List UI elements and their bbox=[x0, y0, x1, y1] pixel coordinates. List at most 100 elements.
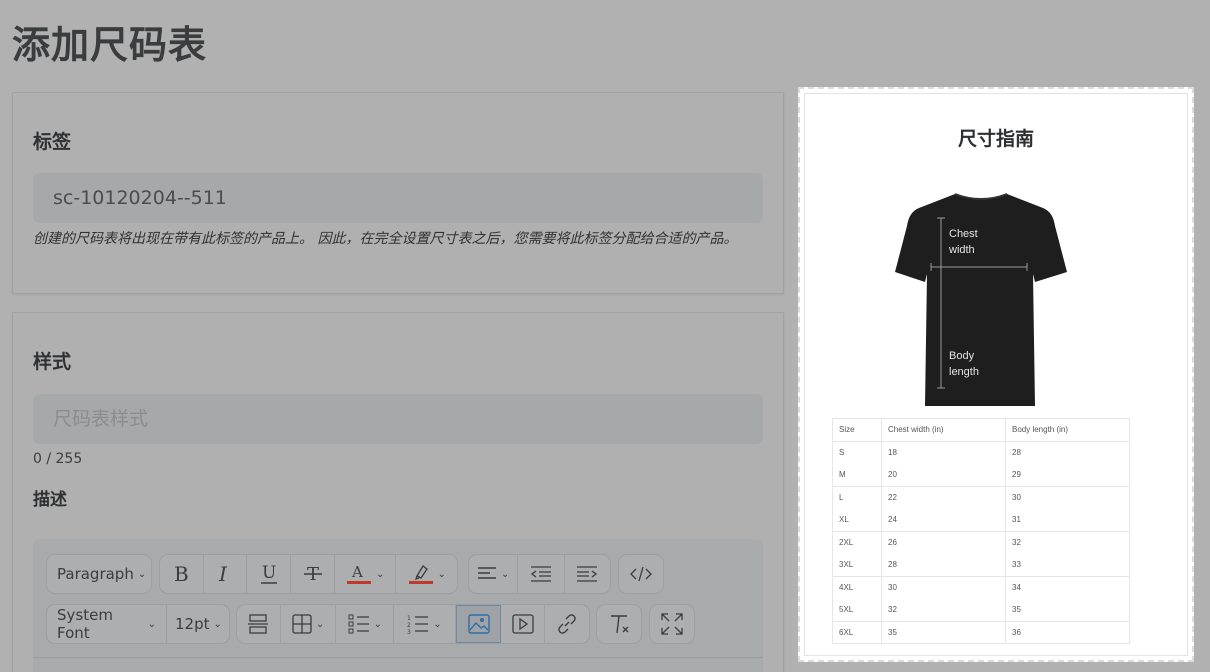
table-row: L 22 30 bbox=[833, 486, 1130, 509]
image-icon bbox=[467, 614, 490, 634]
svg-text:1: 1 bbox=[407, 615, 411, 622]
source-code-button[interactable] bbox=[619, 555, 663, 593]
chest-cell: 18 bbox=[881, 441, 1006, 464]
chevron-down-icon: ⌄ bbox=[213, 618, 222, 630]
size-cell: 6XL bbox=[839, 627, 854, 637]
strikethrough-button[interactable]: T bbox=[291, 555, 335, 593]
bold-button[interactable]: B bbox=[160, 555, 204, 593]
size-table: Size Chest width (in) Body length (in) S… bbox=[832, 418, 1130, 644]
size-cell: 4XL bbox=[839, 583, 854, 592]
char-counter: 0 / 255 bbox=[33, 451, 83, 467]
text-format-group: B I U T A ⌄ ⌄ bbox=[159, 554, 458, 594]
table-row: 2XL 26 32 bbox=[833, 531, 1130, 554]
tag-help-text: 创建的尺码表将出现在带有此标签的产品上。 因此，在完全设置尺寸表之后，您需要将此… bbox=[33, 231, 738, 247]
size-cell: S bbox=[839, 448, 845, 457]
length-cell: 29 bbox=[1005, 463, 1130, 487]
fullscreen-group bbox=[649, 604, 695, 644]
length-cell: 35 bbox=[1005, 598, 1130, 622]
bullet-list-button[interactable]: ⌄ bbox=[336, 605, 395, 643]
chevron-down-icon: ⌄ bbox=[501, 568, 510, 580]
align-button[interactable]: ⌄ bbox=[469, 555, 519, 593]
numbered-list-icon: 123 bbox=[407, 615, 429, 634]
chest-cell: 28 bbox=[881, 553, 1006, 577]
numbered-list-button[interactable]: 123 ⌄ bbox=[394, 605, 456, 643]
fullscreen-icon bbox=[661, 613, 683, 635]
outdent-icon bbox=[530, 566, 552, 582]
block-format-select[interactable]: Paragraph ⌄ bbox=[46, 554, 152, 594]
chest-cell: 20 bbox=[881, 463, 1006, 487]
length-header: Body length (in) bbox=[1005, 418, 1130, 442]
fullscreen-button[interactable] bbox=[650, 605, 694, 643]
indent-icon bbox=[577, 566, 598, 582]
size-chart-preview: 尺寸指南 Chest width Body length Size Chest … bbox=[798, 87, 1194, 662]
description-heading: 描述 bbox=[33, 490, 67, 510]
chest-cell: 26 bbox=[881, 531, 1006, 554]
style-input-field[interactable] bbox=[53, 408, 743, 430]
size-header: Size bbox=[832, 418, 882, 442]
highlight-button[interactable]: ⌄ bbox=[396, 555, 457, 593]
outdent-button[interactable] bbox=[518, 555, 565, 593]
tag-input[interactable]: sc-10120204--511 bbox=[33, 173, 763, 223]
chest-header: Chest width (in) bbox=[881, 418, 1006, 442]
tshirt-diagram bbox=[895, 193, 1067, 406]
clear-formatting-button[interactable] bbox=[597, 605, 641, 643]
table-button[interactable]: ⌄ bbox=[281, 605, 337, 643]
body-length-label: Body length bbox=[949, 350, 979, 378]
table-row: M 20 29 bbox=[832, 463, 1130, 487]
size-guide-title: 尺寸指南 bbox=[957, 128, 1034, 150]
font-size-select[interactable]: 12pt ⌄ bbox=[167, 605, 229, 643]
size-cell: 5XL bbox=[832, 598, 882, 622]
rich-text-editor[interactable]: Paragraph ⌄ B I U T A ⌄ ⌄ ⌄ System Font … bbox=[33, 539, 763, 672]
font-group: System Font ⌄ 12pt ⌄ bbox=[46, 604, 230, 644]
svg-text:B: B bbox=[174, 564, 189, 584]
style-card: 样式 0 / 255 描述 Paragraph ⌄ B I U T bbox=[12, 312, 784, 672]
chevron-down-icon: ⌄ bbox=[433, 618, 442, 630]
chest-width-label: Chest width bbox=[949, 228, 978, 256]
table-icon bbox=[292, 614, 312, 634]
page-break-button[interactable] bbox=[237, 605, 281, 643]
style-input[interactable] bbox=[33, 394, 763, 444]
size-cell: XL bbox=[832, 508, 882, 532]
link-button[interactable] bbox=[545, 605, 589, 643]
preview-content: 尺寸指南 Chest width Body length Size Chest … bbox=[804, 93, 1188, 656]
indent-button[interactable] bbox=[565, 555, 610, 593]
page-break-icon bbox=[248, 614, 269, 634]
size-cell: 3XL bbox=[832, 553, 882, 577]
table-row: 3XL 28 33 bbox=[832, 553, 1130, 577]
table-row: S 18 28 bbox=[833, 441, 1130, 464]
tags-card: 标签 sc-10120204--511 创建的尺码表将出现在带有此标签的产品上。… bbox=[12, 92, 784, 294]
bullet-list-icon bbox=[348, 614, 369, 634]
font-size-label: 12pt bbox=[175, 615, 210, 633]
bold-icon: B bbox=[174, 564, 189, 584]
editor-toolbar-divider bbox=[33, 657, 763, 658]
media-button[interactable] bbox=[501, 605, 546, 643]
svg-text:U: U bbox=[262, 563, 276, 583]
italic-icon: I bbox=[218, 564, 228, 584]
text-color-icon: A bbox=[347, 563, 372, 584]
italic-button[interactable]: I bbox=[204, 555, 248, 593]
table-row: 6XL 35 36 bbox=[833, 621, 1130, 644]
link-icon bbox=[558, 614, 576, 634]
block-format-label: Paragraph bbox=[57, 565, 134, 583]
svg-text:I: I bbox=[218, 564, 228, 584]
length-cell: 34 bbox=[1005, 576, 1130, 599]
style-heading: 样式 bbox=[33, 351, 72, 373]
chest-cell: 30 bbox=[881, 576, 1006, 599]
chevron-down-icon: ⌄ bbox=[137, 568, 147, 580]
length-cell: 31 bbox=[1005, 508, 1130, 532]
align-indent-group: ⌄ bbox=[468, 554, 611, 594]
font-family-select[interactable]: System Font ⌄ bbox=[47, 605, 167, 643]
strikethrough-icon: T bbox=[303, 564, 322, 585]
insert-group: ⌄ ⌄ 123 ⌄ bbox=[236, 604, 590, 644]
svg-text:2: 2 bbox=[407, 622, 411, 629]
chest-cell: 24 bbox=[881, 508, 1006, 532]
block-format-button[interactable]: Paragraph ⌄ bbox=[47, 555, 153, 593]
text-color-button[interactable]: A ⌄ bbox=[335, 555, 397, 593]
clear-format-group bbox=[596, 604, 642, 644]
tag-input-value: sc-10120204--511 bbox=[53, 187, 227, 209]
underline-button[interactable]: U bbox=[247, 555, 292, 593]
chest-cell: 32 bbox=[881, 598, 1006, 622]
chevron-down-icon: ⌄ bbox=[147, 618, 156, 630]
image-button[interactable] bbox=[455, 605, 502, 643]
code-icon bbox=[630, 566, 652, 582]
